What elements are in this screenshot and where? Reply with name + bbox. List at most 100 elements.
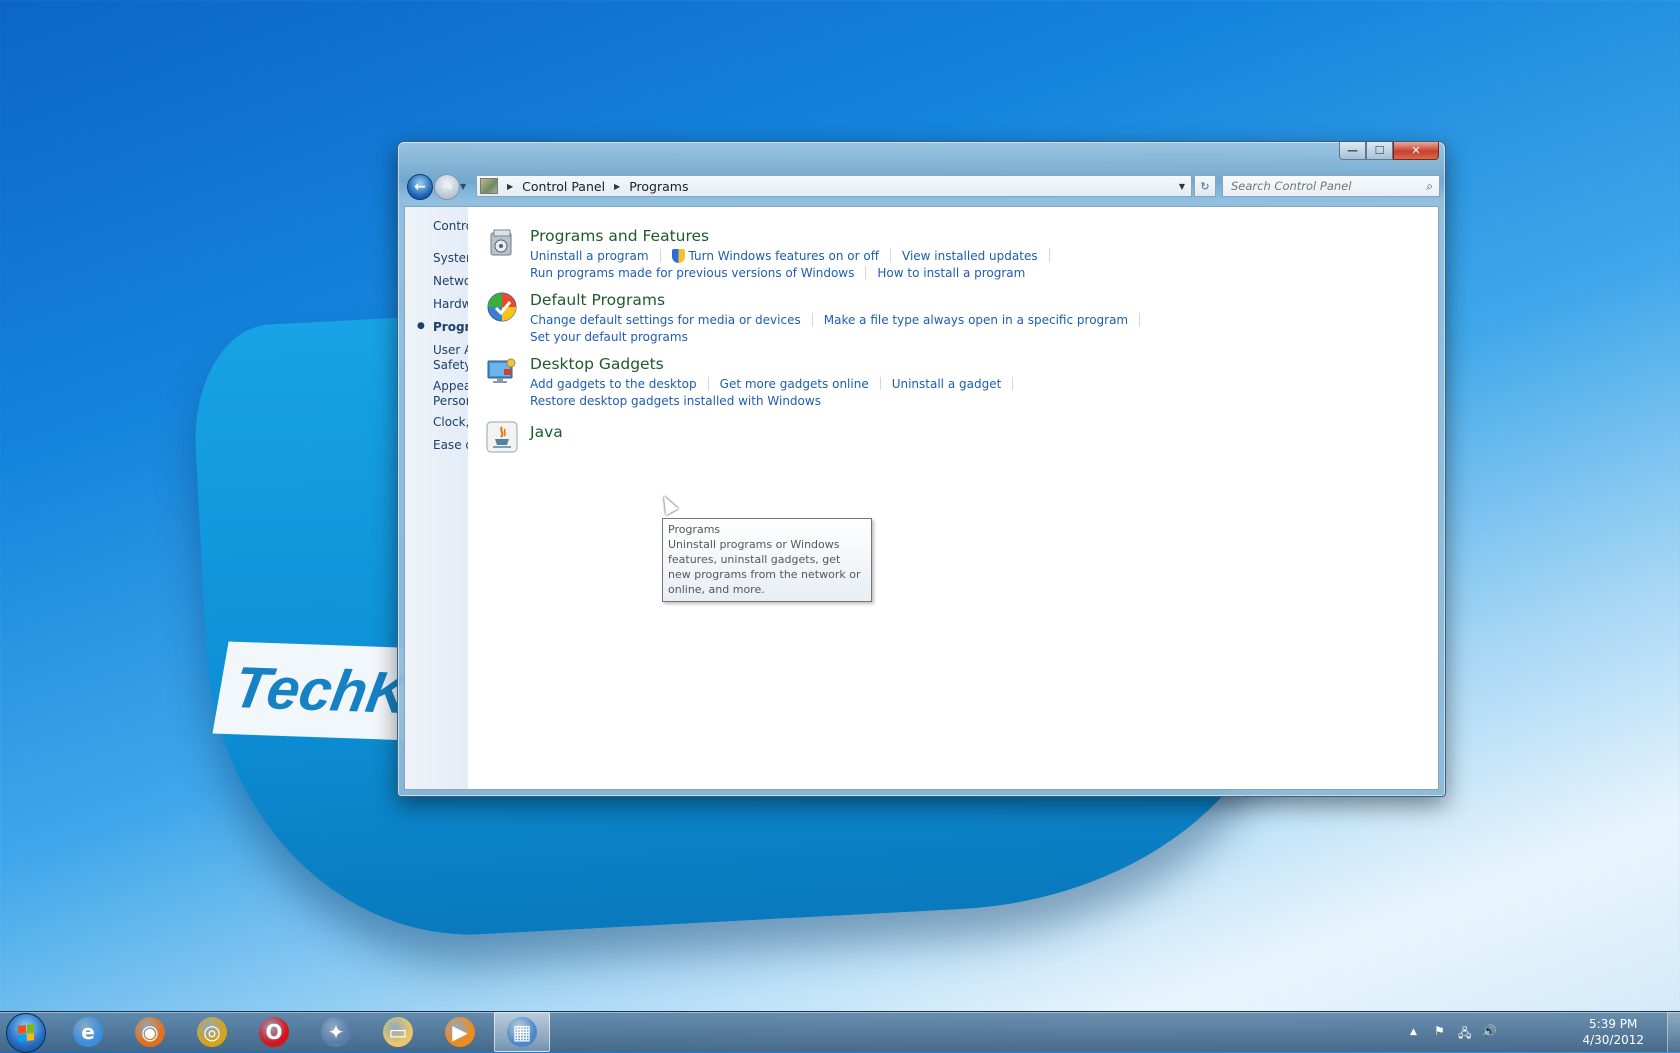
- refresh-button[interactable]: ↻: [1194, 175, 1216, 197]
- action-center-flag-icon[interactable]: ⚑: [1434, 1024, 1445, 1038]
- taskbar-app-firefox[interactable]: ◉: [122, 1012, 178, 1052]
- address-dropdown-icon[interactable]: ▼: [1179, 182, 1185, 191]
- link-divider: [707, 377, 709, 390]
- tooltip: Programs Uninstall programs or Windows f…: [662, 518, 872, 602]
- taskbar-app-control-panel[interactable]: ▦: [494, 1012, 550, 1052]
- link-divider: [890, 249, 892, 262]
- taskbar-app-chrome[interactable]: ◎: [184, 1012, 240, 1052]
- taskbar: e ◉ ◎ O ✦ ▭ ▶ ▦ ▲ ⚑ 🖧 🔊 5:39 PM 4/30/2012: [0, 1011, 1680, 1053]
- wallpaper-brand-logo: TechK: [212, 641, 428, 741]
- tooltip-title: Programs: [668, 523, 721, 536]
- link-set-default-programs[interactable]: Set your default programs: [530, 330, 688, 344]
- sidebar-item-label: Safety: [433, 358, 468, 372]
- forward-button[interactable]: →: [434, 174, 460, 200]
- link-divider: [1139, 313, 1141, 326]
- sidebar-item-system-security[interactable]: System and Security: [433, 251, 468, 266]
- programs-features-icon: [490, 229, 512, 256]
- link-uninstall-gadget[interactable]: Uninstall a gadget: [892, 377, 1002, 391]
- link-divider: [879, 377, 881, 390]
- start-button[interactable]: [6, 1013, 46, 1053]
- refresh-icon: ↻: [1200, 179, 1210, 193]
- category-title[interactable]: Programs and Features: [530, 227, 709, 245]
- windows-logo-icon: [18, 1024, 34, 1042]
- search-icon[interactable]: ⌕: [1426, 179, 1433, 194]
- search-input[interactable]: [1229, 178, 1413, 194]
- sidebar-item-clock-language[interactable]: Clock, Language, and Region: [433, 415, 468, 430]
- category-title[interactable]: Java: [530, 423, 563, 441]
- link-windows-features[interactable]: Turn Windows features on or off: [689, 249, 880, 263]
- link-change-default-settings[interactable]: Change default settings for media or dev…: [530, 313, 801, 327]
- category-list: Programs and Features Uninstall a progra…: [468, 207, 1438, 789]
- close-button[interactable]: ✕: [1393, 142, 1439, 160]
- forward-arrow-icon: →: [441, 179, 453, 195]
- taskbar-app-internet-explorer[interactable]: e: [60, 1012, 116, 1052]
- opera-icon: O: [259, 1017, 289, 1047]
- link-file-type-association[interactable]: Make a file type always open in a specif…: [824, 313, 1128, 327]
- control-panel-icon: [480, 178, 498, 194]
- safari-icon: ✦: [321, 1017, 351, 1047]
- show-hidden-icons-button[interactable]: ▲: [1410, 1027, 1417, 1037]
- internet-explorer-icon: e: [73, 1017, 103, 1047]
- caption-buttons: — ☐ ✕: [1339, 142, 1439, 161]
- sidebar-item-hardware-sound[interactable]: Hardware and Sound: [433, 297, 468, 312]
- sidebar-item-home[interactable]: Control Panel Home: [433, 219, 468, 234]
- breadcrumb-programs[interactable]: Programs: [629, 179, 688, 194]
- system-tray: ▲ ⚑ 🖧 🔊 5:39 PM 4/30/2012: [1390, 1012, 1680, 1052]
- link-add-gadgets[interactable]: Add gadgets to the desktop: [530, 377, 697, 391]
- search-box[interactable]: ⌕: [1222, 175, 1440, 197]
- taskbar-app-opera[interactable]: O: [246, 1012, 302, 1052]
- uac-shield-icon: [671, 248, 685, 263]
- network-icon[interactable]: 🖧: [1458, 1024, 1471, 1045]
- navigation-bar: ← → ▼ ▶ Control Panel ▶ Programs ▼ ↻ ⌕: [404, 174, 1440, 200]
- taskbar-app-safari[interactable]: ✦: [308, 1012, 364, 1052]
- tooltip-body: Uninstall programs or Windows features, …: [668, 538, 861, 596]
- volume-icon[interactable]: 🔊: [1482, 1024, 1497, 1038]
- link-uninstall-program[interactable]: Uninstall a program: [530, 249, 649, 263]
- default-programs-icon: [487, 292, 517, 322]
- desktop-gadgets-icon: [487, 358, 516, 383]
- link-more-gadgets-online[interactable]: Get more gadgets online: [720, 377, 869, 391]
- link-view-installed-updates[interactable]: View installed updates: [902, 249, 1038, 263]
- maximize-button[interactable]: ☐: [1366, 142, 1393, 160]
- category-links: Uninstall a program Turn Windows feature…: [530, 247, 1061, 281]
- taskbar-app-windows-media-player[interactable]: ▶: [432, 1012, 488, 1052]
- minimize-button[interactable]: —: [1339, 142, 1366, 160]
- sidebar-item-ease-of-access[interactable]: Ease of Access: [433, 438, 468, 453]
- control-panel-icon: ▦: [507, 1017, 537, 1047]
- address-bar[interactable]: ▶ Control Panel ▶ Programs ▼: [476, 175, 1192, 197]
- windows-explorer-icon: ▭: [383, 1017, 413, 1047]
- taskbar-app-windows-explorer[interactable]: ▭: [370, 1012, 426, 1052]
- link-divider: [811, 313, 813, 326]
- clock-date: 4/30/2012: [1582, 1033, 1644, 1047]
- category-links: Change default settings for media or dev…: [530, 311, 1151, 345]
- category-title[interactable]: Desktop Gadgets: [530, 355, 664, 373]
- clock[interactable]: 5:39 PM 4/30/2012: [1582, 1016, 1644, 1048]
- chrome-icon: ◎: [197, 1017, 227, 1047]
- sidebar-item-label: User Accounts and Family: [433, 343, 468, 357]
- breadcrumb-chevron-icon[interactable]: ▶: [614, 182, 620, 191]
- link-run-older-programs[interactable]: Run programs made for previous versions …: [530, 266, 854, 280]
- sidebar: Control Panel Home System and Security N…: [405, 207, 468, 789]
- windows-media-player-icon: ▶: [445, 1017, 475, 1047]
- firefox-icon: ◉: [135, 1017, 165, 1047]
- clock-time: 5:39 PM: [1589, 1017, 1638, 1031]
- active-bullet-icon: ●: [417, 321, 425, 331]
- sidebar-item-user-accounts[interactable]: User Accounts and Family Safety: [433, 343, 468, 373]
- link-divider: [1012, 377, 1014, 390]
- sidebar-item-label: Personalization: [433, 394, 468, 408]
- category-links: Add gadgets to the desktop Get more gadg…: [530, 375, 1024, 409]
- back-arrow-icon: ←: [414, 179, 426, 195]
- show-desktop-button[interactable]: [1667, 1012, 1680, 1052]
- back-button[interactable]: ←: [407, 174, 433, 200]
- breadcrumb-control-panel[interactable]: Control Panel: [522, 179, 605, 194]
- breadcrumb-chevron-icon[interactable]: ▶: [507, 182, 513, 191]
- sidebar-item-appearance[interactable]: Appearance and Personalization: [433, 379, 468, 409]
- link-restore-gadgets[interactable]: Restore desktop gadgets installed with W…: [530, 394, 821, 408]
- link-divider: [865, 266, 867, 279]
- recent-pages-dropdown[interactable]: ▼: [460, 182, 466, 191]
- link-how-to-install[interactable]: How to install a program: [877, 266, 1025, 280]
- sidebar-item-programs[interactable]: Programs: [433, 320, 468, 335]
- control-panel-window: — ☐ ✕ ← → ▼ ▶ Control Panel ▶ Programs ▼…: [397, 141, 1446, 797]
- category-title[interactable]: Default Programs: [530, 291, 665, 309]
- sidebar-item-network-internet[interactable]: Network and Internet: [433, 274, 468, 289]
